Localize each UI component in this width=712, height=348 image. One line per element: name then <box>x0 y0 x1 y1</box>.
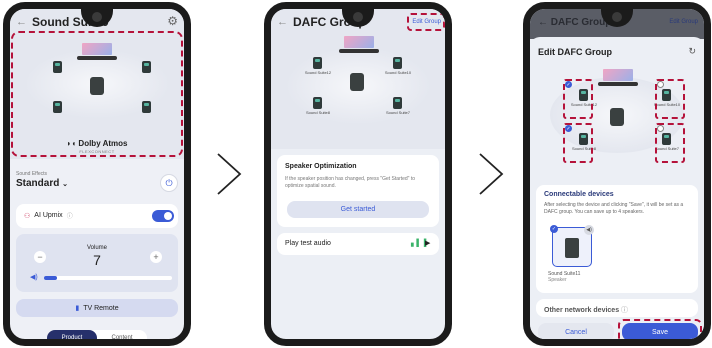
speaker-label: Sound Suite7 <box>385 110 411 115</box>
tv-icon <box>603 69 633 81</box>
sound-icon[interactable]: ◀) <box>584 225 594 235</box>
device-check-icon: ✓ <box>550 225 558 233</box>
info-icon[interactable]: ⓘ <box>621 307 628 314</box>
connectable-title: Connectable devices <box>544 191 614 198</box>
sheet-title: Edit DAFC Group <box>538 47 612 57</box>
speaker-volume-icon: ◀) <box>30 274 38 281</box>
volume-slider[interactable] <box>44 276 172 280</box>
optimization-title: Speaker Optimization <box>285 163 357 170</box>
highlight-speaker-layout <box>11 31 183 157</box>
highlight-speaker-3 <box>563 123 593 163</box>
play-test-label: Play test audio <box>285 240 331 247</box>
ai-icon: ⚇ <box>24 212 31 220</box>
refresh-icon[interactable]: ↻ <box>688 46 696 57</box>
phone-dafc-group-screen: ← DAFC Group Edit Group Sound Suite12 So… <box>264 2 452 346</box>
background-edit-link: Edit Group <box>669 19 698 25</box>
volume-up-button[interactable]: + <box>150 251 162 263</box>
connectable-description: After selecting the device and clicking … <box>544 202 684 215</box>
subwoofer-icon <box>610 108 624 126</box>
ai-upmix-row: ⚇ AI Upmix ⓘ <box>24 211 73 220</box>
subwoofer-icon <box>350 73 364 91</box>
background-title: ← DAFC Group <box>538 17 612 28</box>
play-icon[interactable]: ▶ <box>425 239 430 247</box>
speaker-label: Sound Suite8 <box>305 110 331 115</box>
chevron-down-icon: ⌄ <box>62 181 68 188</box>
volume-slider-fill <box>44 276 57 280</box>
highlight-speaker-1 <box>563 79 593 119</box>
ai-upmix-label: AI Upmix <box>34 212 63 219</box>
back-arrow-icon[interactable]: ← <box>16 16 27 28</box>
tv-remote-button[interactable]: ▮ TV Remote <box>16 299 178 317</box>
info-icon[interactable]: ⓘ <box>67 211 73 220</box>
back-arrow-icon[interactable]: ← <box>277 16 288 28</box>
phone-edit-dafc-group-screen: ← DAFC Group Edit Group Edit DAFC Group … <box>523 2 711 346</box>
speaker-icon <box>393 97 402 109</box>
get-started-button[interactable]: Get started <box>287 201 429 218</box>
speaker-icon <box>313 97 322 109</box>
ai-upmix-toggle[interactable] <box>152 210 174 222</box>
speaker-icon <box>313 57 322 69</box>
device-type: Speaker <box>548 277 567 283</box>
soundbar-icon <box>339 49 379 53</box>
speaker-device-icon <box>565 238 579 258</box>
optimization-description: If the speaker position has changed, pre… <box>285 176 416 189</box>
bottom-tab-bar: Product Content <box>47 330 147 339</box>
soundbar-icon <box>598 82 638 86</box>
sound-effect-value: Standard <box>16 178 60 189</box>
sound-effects-label: Sound Effects <box>16 171 48 177</box>
highlight-speaker-4 <box>655 123 685 163</box>
highlight-save-button <box>618 319 702 339</box>
speaker-label: Sound Suite10 <box>384 70 412 75</box>
gear-icon[interactable]: ⚙ <box>167 14 178 28</box>
sound-effect-select[interactable]: Standard ⌄ <box>16 178 68 189</box>
other-devices-title: Other network devices <box>544 307 620 314</box>
tab-product[interactable]: Product <box>47 330 97 339</box>
volume-down-button[interactable]: − <box>34 251 46 263</box>
volume-label: Volume <box>86 245 107 251</box>
cancel-button[interactable]: Cancel <box>538 323 614 339</box>
tab-content[interactable]: Content <box>97 330 147 339</box>
highlight-speaker-2 <box>655 79 685 119</box>
phone-sound-suite-screen: ← Sound Suite9 ⚙ ◗◖ Dolby Atmos FLEXCONN… <box>3 2 191 346</box>
speaker-label: Sound Suite12 <box>304 70 332 75</box>
remote-icon: ▮ <box>75 305 80 312</box>
tv-remote-label: TV Remote <box>83 304 119 312</box>
power-icon[interactable]: ⏻ <box>160 174 178 192</box>
chevron-right-icon <box>479 153 504 195</box>
highlight-edit-group <box>407 13 445 31</box>
tv-icon <box>344 36 374 48</box>
speaker-icon <box>393 57 402 69</box>
chevron-right-icon <box>217 153 242 195</box>
other-devices-label: Other network devices ⓘ <box>544 305 628 315</box>
